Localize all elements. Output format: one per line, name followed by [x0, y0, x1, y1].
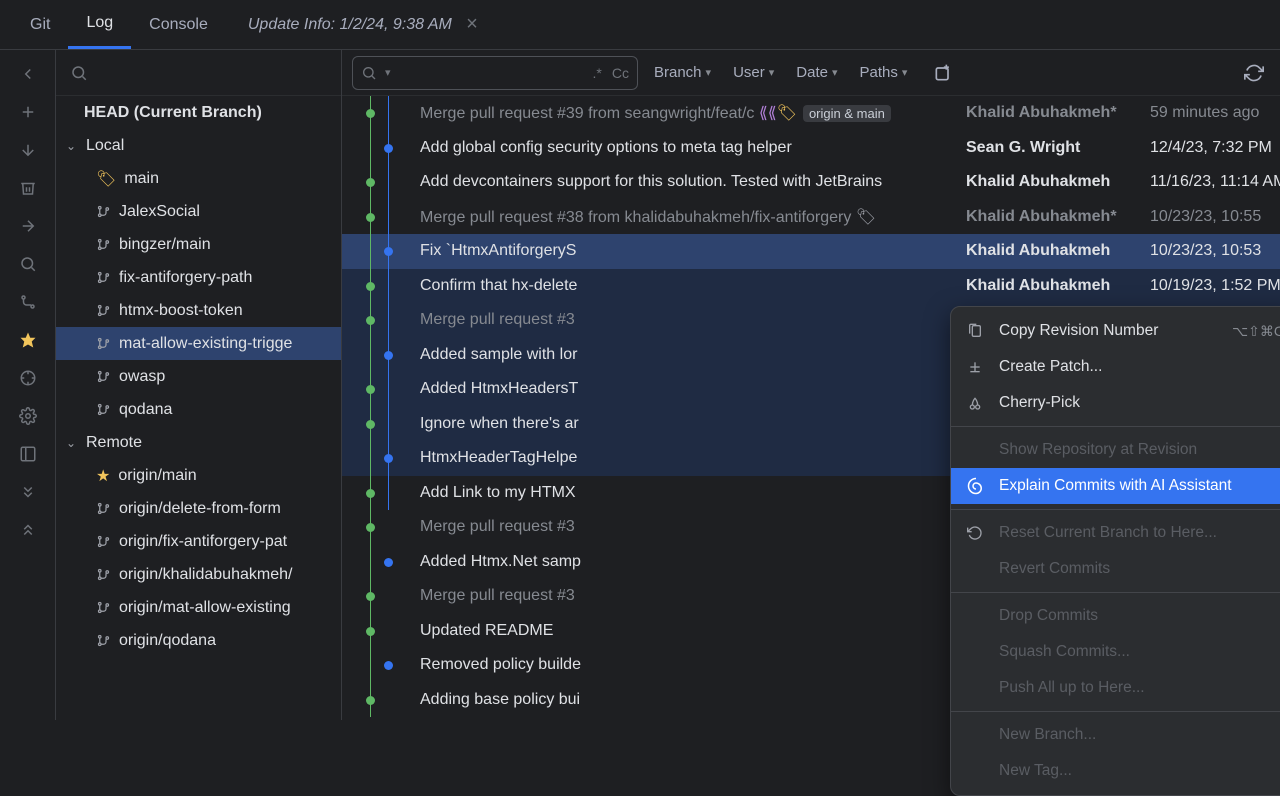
ctx-push-all: Push All up to Here...	[951, 670, 1280, 706]
tree-remote-origin/qodana[interactable]: origin/qodana	[56, 624, 341, 657]
ctx-squash: Squash Commits...	[951, 634, 1280, 670]
tree-remote-origin/mat-allow-existing[interactable]: origin/mat-allow-existing	[56, 591, 341, 624]
arrow-right-icon[interactable]	[16, 214, 40, 238]
ctx-shortcut: ⌥⇧⌘C	[1232, 323, 1280, 340]
ctx-label: Create Patch...	[999, 358, 1102, 376]
expand-icon[interactable]	[16, 480, 40, 504]
tree-local-JalexSocial[interactable]: JalexSocial	[56, 195, 341, 228]
tree-remote-origin/fix-antiforgery-pat[interactable]: origin/fix-antiforgery-pat	[56, 525, 341, 558]
clipboard-icon	[967, 323, 985, 339]
tree-local-fix-antiforgery-path[interactable]: fix-antiforgery-path	[56, 261, 341, 294]
tab-git[interactable]: Git	[12, 0, 68, 49]
ctx-label: Explain Commits with AI Assistant	[999, 477, 1232, 495]
open-new-icon[interactable]	[933, 63, 959, 83]
back-icon[interactable]	[16, 62, 40, 86]
ctx-label: Squash Commits...	[999, 643, 1130, 661]
collapse-icon[interactable]	[16, 518, 40, 542]
star-icon[interactable]	[16, 328, 40, 352]
ctx-show-repo: Show Repository at Revision	[951, 432, 1280, 468]
filter-branch[interactable]: Branch▾	[648, 64, 717, 81]
tree-remote-origin/khalidabuhakmeh/[interactable]: origin/khalidabuhakmeh/	[56, 558, 341, 591]
plus-icon[interactable]	[16, 100, 40, 124]
ctx-label: New Tag...	[999, 762, 1072, 780]
tool-window-tabs: Git Log Console Update Info: 1/2/24, 9:3…	[0, 0, 1280, 50]
patch-icon	[967, 359, 985, 375]
filter-date[interactable]: Date▾	[790, 64, 843, 81]
tree-local-mat-allow-existing-trigge[interactable]: mat-allow-existing-trigge	[56, 327, 341, 360]
ctx-cherry-pick[interactable]: Cherry-Pick	[951, 385, 1280, 421]
target-icon[interactable]	[16, 366, 40, 390]
ctx-label: Copy Revision Number	[999, 322, 1158, 340]
graph-icon[interactable]	[16, 290, 40, 314]
commit-row[interactable]: Fix `HtmxAntiforgerySKhalid Abuhakmeh10/…	[342, 234, 1280, 269]
tree-local-main[interactable]: 🏷main	[56, 162, 341, 195]
context-menu: Copy Revision Number ⌥⇧⌘C Create Patch..…	[950, 306, 1280, 796]
ctx-copy-revision[interactable]: Copy Revision Number ⌥⇧⌘C	[951, 313, 1280, 349]
ctx-create-patch[interactable]: Create Patch...	[951, 349, 1280, 385]
ctx-label: Revert Commits	[999, 560, 1110, 578]
tab-log[interactable]: Log	[68, 0, 131, 49]
ctx-label: Push All up to Here...	[999, 679, 1145, 697]
ctx-explain-ai[interactable]: Explain Commits with AI Assistant	[951, 468, 1280, 504]
trash-icon[interactable]	[16, 176, 40, 200]
tree-local-bingzer/main[interactable]: bingzer/main	[56, 228, 341, 261]
close-icon[interactable]: ×	[466, 13, 478, 36]
tree-local-htmx-boost-token[interactable]: htmx-boost-token	[56, 294, 341, 327]
commits-panel: ▾ .* Cc Branch▾ User▾ Date▾ Paths▾ Merge…	[342, 50, 1280, 720]
tree-head[interactable]: HEAD (Current Branch)	[56, 96, 341, 129]
commit-row[interactable]: Add devcontainers support for this solut…	[342, 165, 1280, 200]
commit-row[interactable]: Merge pull request #39 from seangwright/…	[342, 96, 1280, 131]
cherry-icon	[967, 395, 985, 411]
commit-row[interactable]: Add global config security options to me…	[342, 131, 1280, 166]
commit-row[interactable]: Merge pull request #38 from khalidabuhak…	[342, 200, 1280, 235]
refresh-icon[interactable]	[1244, 63, 1270, 83]
search-icon[interactable]	[16, 252, 40, 276]
tree-group-remote[interactable]: ⌄Remote	[56, 426, 341, 459]
tree-search[interactable]	[56, 50, 341, 96]
filter-paths[interactable]: Paths▾	[853, 64, 913, 81]
ctx-drop: Drop Commits	[951, 598, 1280, 634]
ctx-revert: Revert Commits	[951, 551, 1280, 587]
case-toggle[interactable]: Cc	[612, 65, 629, 81]
ctx-new-branch: New Branch...	[951, 717, 1280, 753]
commits-toolbar: ▾ .* Cc Branch▾ User▾ Date▾ Paths▾	[342, 50, 1280, 96]
update-info: Update Info: 1/2/24, 9:38 AM ×	[248, 13, 478, 36]
ctx-label: Drop Commits	[999, 607, 1098, 625]
ctx-label: New Branch...	[999, 726, 1096, 744]
tab-console[interactable]: Console	[131, 0, 226, 49]
undo-icon	[967, 525, 985, 541]
branch-tree: HEAD (Current Branch)⌄Local🏷mainJalexSoc…	[56, 96, 341, 720]
ctx-reset: Reset Current Branch to Here...	[951, 515, 1280, 551]
tree-remote-origin/delete-from-form[interactable]: origin/delete-from-form	[56, 492, 341, 525]
ctx-new-tag: New Tag...	[951, 753, 1280, 789]
filter-user[interactable]: User▾	[727, 64, 780, 81]
commit-search-input[interactable]: ▾ .* Cc	[352, 56, 638, 90]
commit-row[interactable]: Confirm that hx-deleteKhalid Abuhakmeh10…	[342, 269, 1280, 304]
regex-toggle[interactable]: .*	[593, 65, 602, 81]
branch-tree-panel: HEAD (Current Branch)⌄Local🏷mainJalexSoc…	[56, 50, 342, 720]
ai-spiral-icon	[967, 477, 985, 495]
layout-icon[interactable]	[16, 442, 40, 466]
tree-remote-origin/main[interactable]: ★origin/main	[56, 459, 341, 492]
left-icon-strip	[0, 50, 56, 720]
ctx-label: Show Repository at Revision	[999, 441, 1197, 459]
tree-local-owasp[interactable]: owasp	[56, 360, 341, 393]
update-info-text: Update Info: 1/2/24, 9:38 AM	[248, 16, 452, 34]
tree-local-qodana[interactable]: qodana	[56, 393, 341, 426]
pull-icon[interactable]	[16, 138, 40, 162]
ctx-label: Reset Current Branch to Here...	[999, 524, 1217, 542]
ctx-label: Cherry-Pick	[999, 394, 1080, 412]
gear-icon[interactable]	[16, 404, 40, 428]
tree-group-local[interactable]: ⌄Local	[56, 129, 341, 162]
